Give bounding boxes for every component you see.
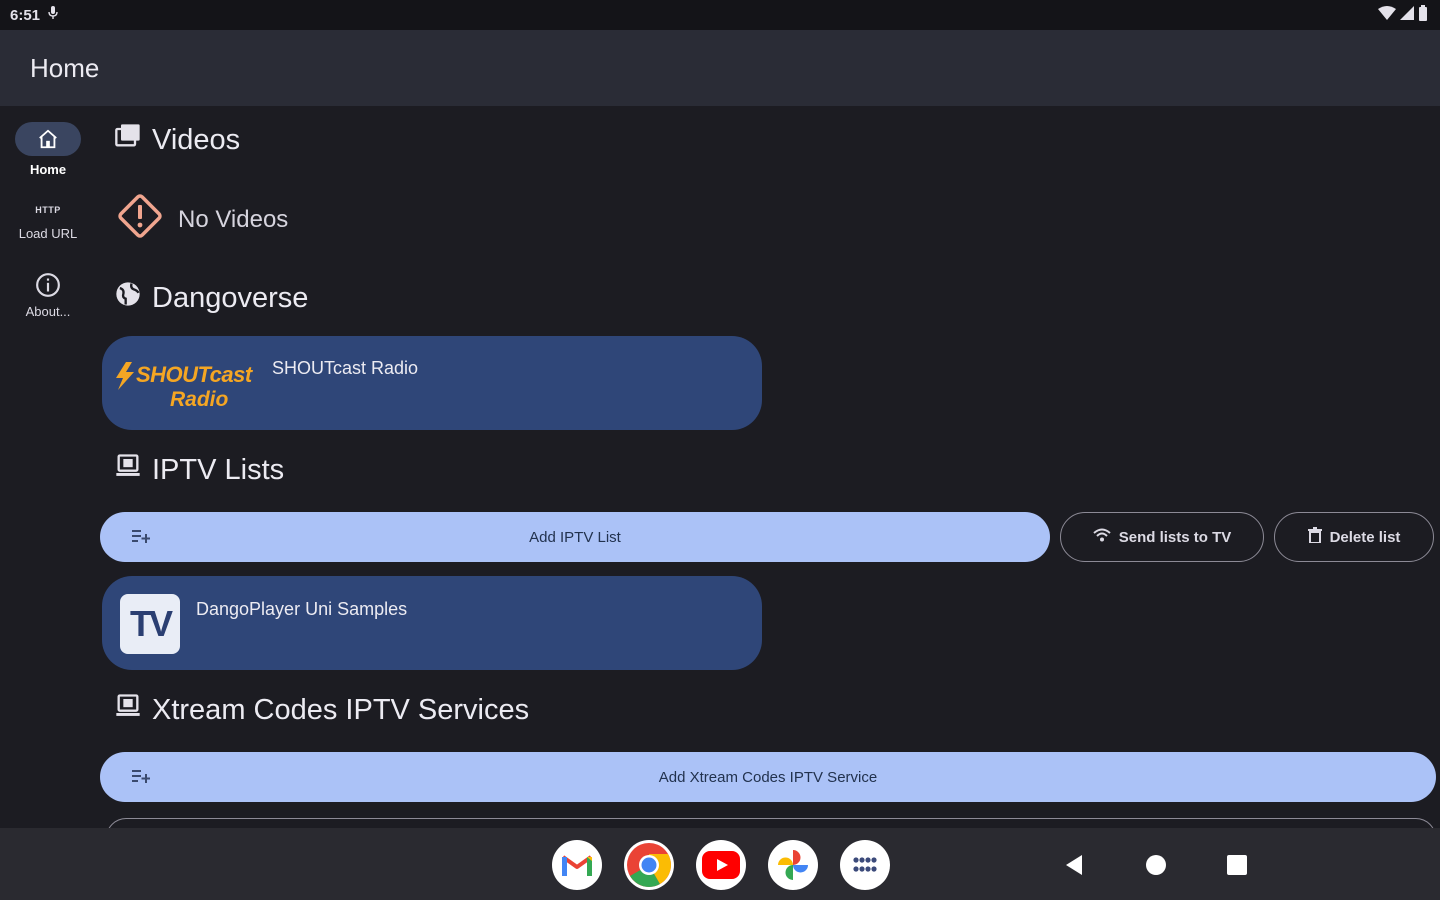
shoutcast-radio-card[interactable]: SHOUTcast Radio SHOUTcast Radio bbox=[102, 336, 762, 430]
add-xtream-service-label: Add Xtream Codes IPTV Service bbox=[658, 768, 878, 786]
warning-icon bbox=[116, 192, 164, 247]
main-content: Videos No Videos Dangoverse SHOUTcast Ra… bbox=[96, 106, 1440, 828]
status-bar: 6:51 bbox=[0, 0, 1440, 30]
status-time: 6:51 bbox=[10, 6, 41, 24]
add-iptv-list-label: Add IPTV List bbox=[529, 528, 621, 546]
rail-label-about: About... bbox=[25, 304, 71, 319]
shoutcast-logo-line1: SHOUTcast bbox=[136, 362, 252, 387]
playlist-add-icon bbox=[132, 529, 151, 548]
photos-icon[interactable] bbox=[768, 840, 818, 890]
iptv-list-card-title: DangoPlayer Uni Samples bbox=[196, 599, 408, 619]
info-icon bbox=[15, 268, 81, 302]
mic-icon bbox=[48, 6, 58, 24]
rail-item-home[interactable]: Home bbox=[0, 122, 96, 177]
section-videos-header: Videos bbox=[114, 122, 240, 158]
delete-list-label: Delete list bbox=[1329, 528, 1401, 546]
back-icon[interactable] bbox=[1059, 850, 1089, 880]
tv-list-icon bbox=[114, 452, 142, 488]
section-iptv-header: IPTV Lists bbox=[114, 452, 284, 488]
tv-list-icon bbox=[114, 692, 142, 728]
section-xtream-header: Xtream Codes IPTV Services bbox=[114, 692, 529, 728]
youtube-icon[interactable] bbox=[696, 840, 746, 890]
home-icon bbox=[15, 122, 81, 156]
videos-empty-state: No Videos bbox=[116, 192, 288, 247]
recents-icon[interactable] bbox=[1222, 850, 1252, 880]
trash-icon bbox=[1307, 527, 1322, 547]
no-videos-text: No Videos bbox=[178, 205, 289, 233]
delete-list-button[interactable]: Delete list bbox=[1274, 512, 1434, 562]
send-lists-to-tv-button[interactable]: Send lists to TV bbox=[1060, 512, 1264, 562]
tv-logo: TV bbox=[120, 594, 180, 654]
system-nav-bar bbox=[0, 828, 1440, 900]
rail-label-home: Home bbox=[29, 162, 67, 177]
partially-visible-card[interactable] bbox=[106, 818, 1436, 828]
globe-icon bbox=[114, 280, 142, 316]
chrome-icon[interactable] bbox=[624, 840, 674, 890]
section-dangoverse-header: Dangoverse bbox=[114, 280, 308, 316]
section-xtream-title: Xtream Codes IPTV Services bbox=[152, 693, 530, 726]
section-videos-title: Videos bbox=[152, 123, 241, 156]
top-app-bar: Home bbox=[0, 30, 1440, 106]
shoutcast-card-title: SHOUTcast Radio bbox=[272, 358, 419, 378]
add-iptv-list-button[interactable]: Add IPTV List bbox=[100, 512, 1050, 562]
rail-label-load-url: Load URL bbox=[18, 226, 78, 241]
wifi-icon bbox=[1378, 6, 1396, 24]
section-iptv-title: IPTV Lists bbox=[152, 453, 285, 486]
http-icon: HTTP bbox=[35, 205, 61, 215]
signal-icon bbox=[1400, 6, 1414, 24]
gmail-icon[interactable] bbox=[552, 840, 602, 890]
wifi-icon bbox=[1093, 528, 1111, 546]
home-nav-icon[interactable] bbox=[1141, 850, 1171, 880]
page-title: Home bbox=[30, 52, 100, 83]
add-xtream-service-button[interactable]: Add Xtream Codes IPTV Service bbox=[100, 752, 1436, 802]
send-lists-label: Send lists to TV bbox=[1118, 528, 1232, 546]
rail-item-about[interactable]: About... bbox=[0, 268, 96, 319]
playlist-add-icon bbox=[132, 769, 151, 788]
shoutcast-logo-line2: Radio bbox=[170, 388, 229, 411]
navigation-rail: Home HTTP Load URL About... bbox=[0, 106, 96, 828]
video-library-icon bbox=[114, 122, 142, 158]
rail-item-load-url[interactable]: HTTP Load URL bbox=[0, 200, 96, 241]
battery-icon bbox=[1418, 5, 1428, 25]
shoutcast-logo: SHOUTcast Radio bbox=[112, 360, 262, 412]
section-dangoverse-title: Dangoverse bbox=[152, 281, 309, 314]
app-drawer-icon[interactable] bbox=[840, 840, 890, 890]
iptv-list-card[interactable]: TV DangoPlayer Uni Samples bbox=[102, 576, 762, 670]
